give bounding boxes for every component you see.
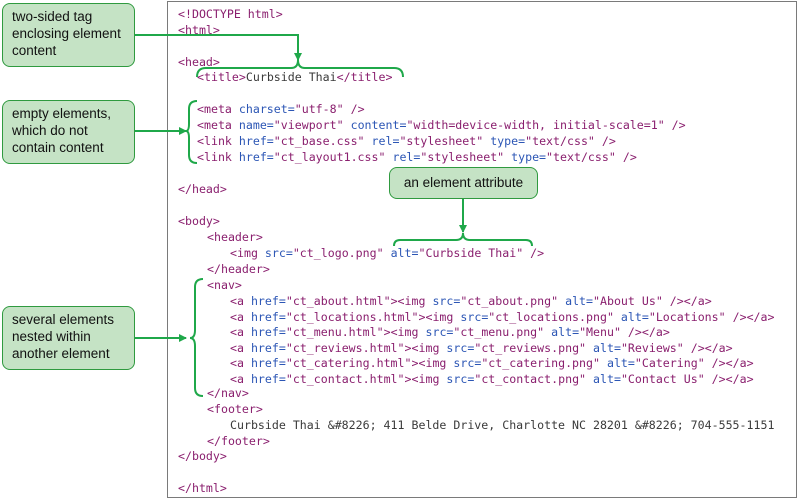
connector-overlay [135,34,533,397]
brace-empty-elements [185,100,198,164]
brace-attribute [393,232,533,247]
brace-title [196,59,404,78]
diagram: <!DOCTYPE html> <html> <head> <title>Cur… [0,0,800,501]
brace-nested [189,278,204,397]
connector-two-sided [135,34,302,61]
